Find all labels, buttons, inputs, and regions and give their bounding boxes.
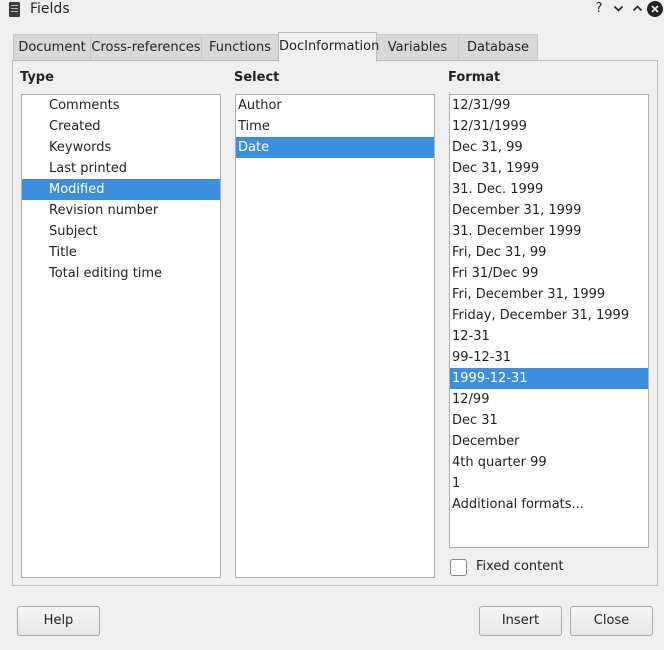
list-item[interactable]: December 31, 1999 — [450, 200, 648, 221]
list-item[interactable]: Title — [22, 242, 220, 263]
close-icon — [651, 5, 659, 13]
select-listbox[interactable]: Author Time Date — [235, 94, 435, 578]
list-item[interactable]: Friday, December 31, 1999 — [450, 305, 648, 326]
list-item[interactable]: 99-12-31 — [450, 347, 648, 368]
list-item[interactable]: 12/99 — [450, 389, 648, 410]
list-item[interactable]: 1 — [450, 473, 648, 494]
tab-docinformation[interactable]: DocInformation — [278, 32, 379, 62]
maximize-button[interactable] — [628, 0, 646, 18]
list-item[interactable]: Last printed — [22, 158, 220, 179]
list-item[interactable]: Fri, Dec 31, 99 — [450, 242, 648, 263]
list-item[interactable]: Fri, December 31, 1999 — [450, 284, 648, 305]
list-item-selected[interactable]: Modified — [22, 179, 220, 200]
help-button[interactable]: Help — [17, 606, 100, 636]
chevron-down-icon — [613, 5, 623, 12]
list-item[interactable]: 12/31/99 — [450, 95, 648, 116]
list-item[interactable]: 12-31 — [450, 326, 648, 347]
list-item[interactable]: Revision number — [22, 200, 220, 221]
list-item[interactable]: 4th quarter 99 — [450, 452, 648, 473]
app-icon — [9, 2, 20, 17]
list-item[interactable]: Created — [22, 116, 220, 137]
tab-variables[interactable]: Variables — [376, 34, 459, 61]
select-label: Select — [234, 70, 280, 85]
format-label: Format — [448, 70, 501, 85]
list-item[interactable]: 12/31/1999 — [450, 116, 648, 137]
close-button[interactable]: Close — [570, 606, 653, 636]
list-item[interactable]: Dec 31, 1999 — [450, 158, 648, 179]
tab-cross-references[interactable]: Cross-references — [90, 34, 202, 61]
additional-formats-item[interactable]: Additional formats... — [450, 494, 648, 515]
list-item[interactable]: Subject — [22, 221, 220, 242]
type-listbox[interactable]: Comments Created Keywords Last printed M… — [21, 94, 221, 578]
list-item[interactable]: 31. December 1999 — [450, 221, 648, 242]
help-question-button[interactable]: ? — [590, 0, 608, 18]
list-item[interactable]: Fri 31/Dec 99 — [450, 263, 648, 284]
window-title: Fields — [30, 1, 70, 17]
close-window-button[interactable] — [647, 1, 663, 17]
tab-database[interactable]: Database — [458, 34, 538, 61]
list-item[interactable]: 31. Dec. 1999 — [450, 179, 648, 200]
title-bar: Fields ? — [0, 0, 664, 22]
list-item[interactable]: Dec 31, 99 — [450, 137, 648, 158]
list-item[interactable]: Comments — [22, 95, 220, 116]
list-item[interactable]: Total editing time — [22, 263, 220, 284]
fixed-content-checkbox[interactable] — [450, 559, 467, 576]
list-item-selected[interactable]: Date — [236, 137, 434, 158]
chevron-up-icon — [632, 5, 642, 12]
list-item[interactable]: Dec 31 — [450, 410, 648, 431]
tab-document[interactable]: Document — [13, 34, 91, 61]
type-label: Type — [20, 70, 54, 85]
list-item-selected[interactable]: 1999-12-31 — [450, 368, 648, 389]
list-item[interactable]: December — [450, 431, 648, 452]
insert-button[interactable]: Insert — [479, 606, 562, 636]
minimize-button[interactable] — [609, 0, 627, 18]
fixed-content-label[interactable]: Fixed content — [476, 559, 564, 574]
tab-functions[interactable]: Functions — [201, 34, 279, 61]
format-listbox[interactable]: 12/31/99 12/31/1999 Dec 31, 99 Dec 31, 1… — [449, 94, 649, 548]
list-item[interactable]: Keywords — [22, 137, 220, 158]
list-item[interactable]: Author — [236, 95, 434, 116]
list-item[interactable]: Time — [236, 116, 434, 137]
